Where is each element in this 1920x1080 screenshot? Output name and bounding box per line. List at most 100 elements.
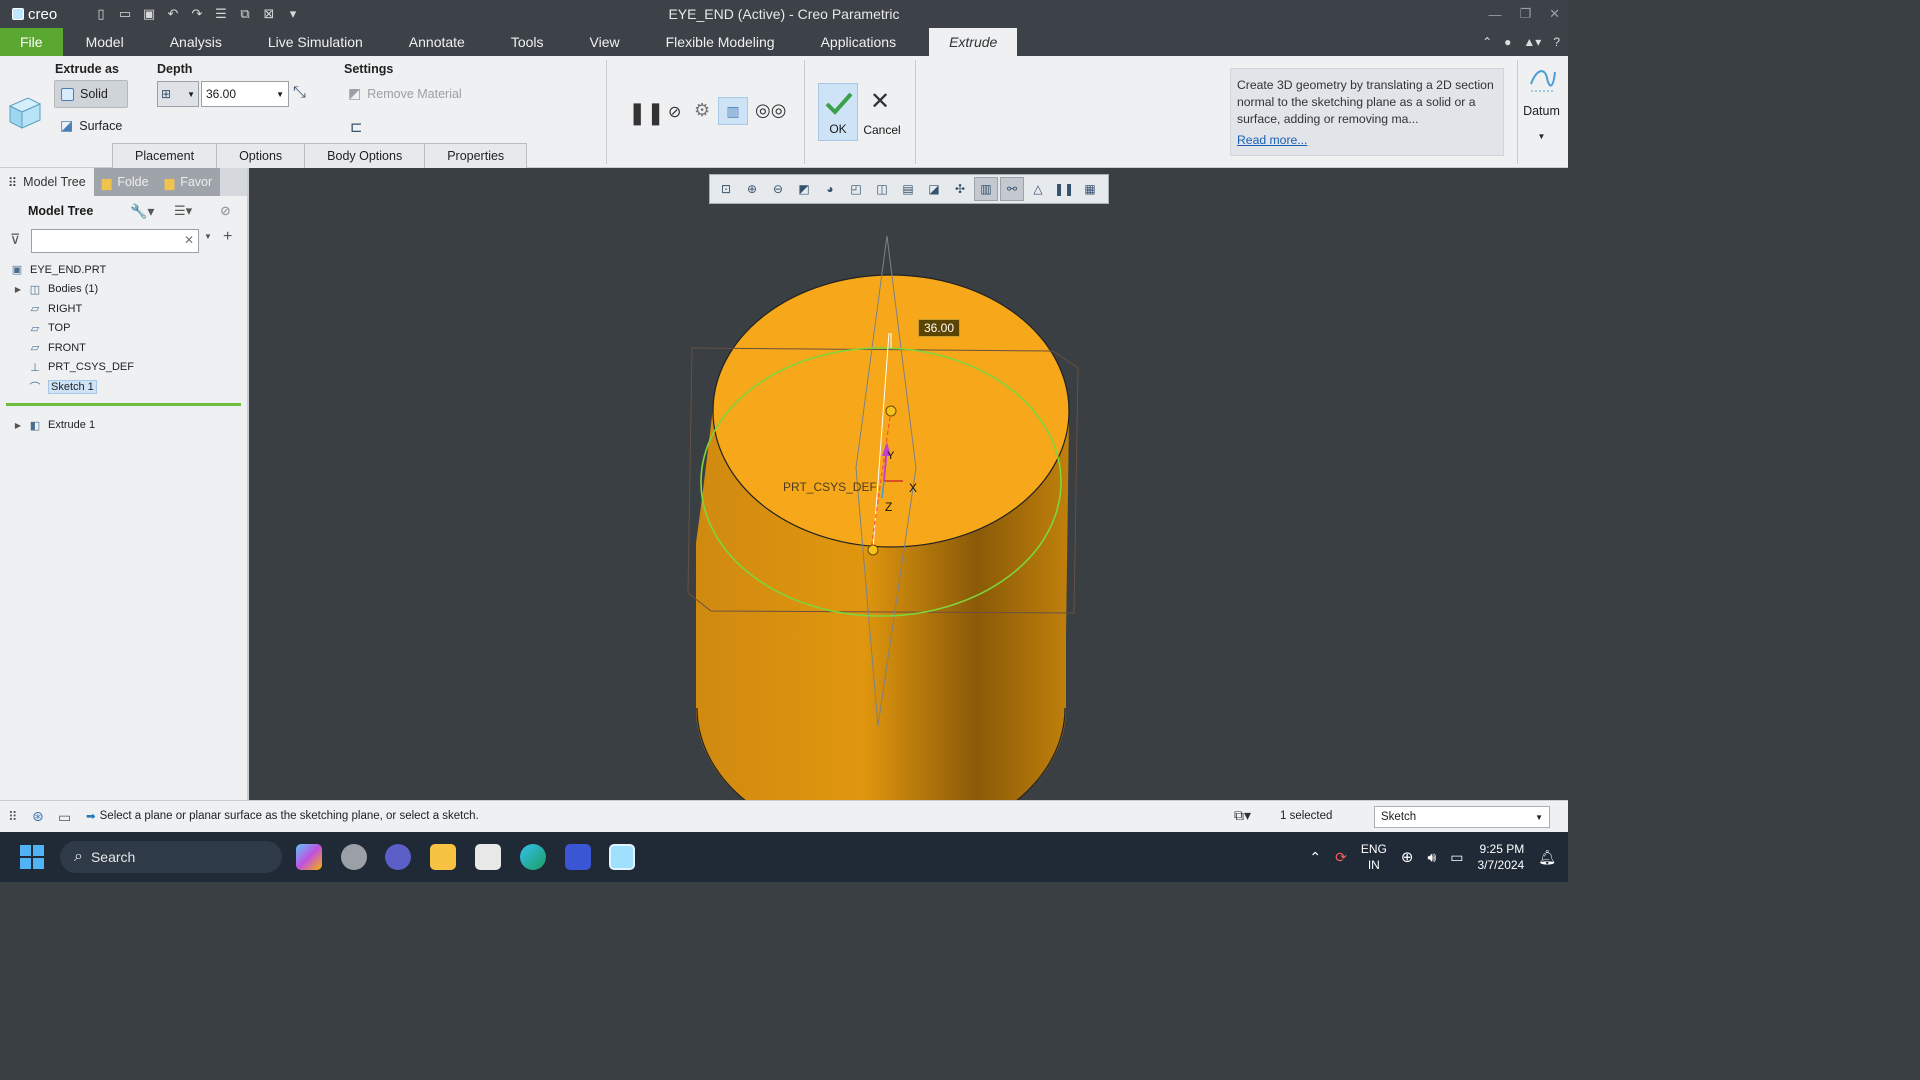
- insert-indicator[interactable]: [6, 402, 241, 406]
- repaint-icon[interactable]: ◩: [792, 177, 816, 201]
- clock[interactable]: 9:25 PM 3/7/2024: [1478, 841, 1525, 873]
- tree-item-sketch1[interactable]: ⌒ Sketch 1: [0, 377, 247, 397]
- refit-icon[interactable]: ⊡: [714, 177, 738, 201]
- tree-item-bodies[interactable]: ▶ ◫ Bodies (1): [0, 280, 247, 300]
- pause-icon[interactable]: ❚❚: [628, 100, 665, 126]
- clear-icon[interactable]: ▦: [1078, 177, 1102, 201]
- display-style-icon[interactable]: ◕: [818, 177, 842, 201]
- add-icon[interactable]: +: [223, 228, 232, 246]
- perspective-view-icon[interactable]: ▤: [896, 177, 920, 201]
- tab-placement[interactable]: Placement: [112, 143, 218, 168]
- language-indicator[interactable]: ENG IN: [1361, 841, 1387, 873]
- annotation-display-icon[interactable]: ▥: [974, 177, 998, 201]
- collapse-ribbon-icon[interactable]: ⌃: [1482, 35, 1492, 49]
- close-icon[interactable]: ✕: [1549, 6, 1560, 22]
- thicken-sketch-icon[interactable]: ⊏: [350, 118, 363, 136]
- tab-tools[interactable]: Tools: [488, 28, 567, 56]
- qat-customize-icon[interactable]: ▾: [284, 5, 302, 23]
- flip-direction-icon[interactable]: ⤡: [293, 84, 306, 102]
- clear-search-icon[interactable]: ✕: [184, 233, 194, 247]
- save-icon[interactable]: ▣: [140, 5, 158, 23]
- chevron-up-icon[interactable]: ⌃: [1309, 849, 1321, 866]
- tree-settings-icon[interactable]: 🔧▾: [130, 203, 154, 220]
- tree-item-top[interactable]: ▱ TOP: [0, 319, 247, 339]
- tree-search-input[interactable]: ✕: [31, 229, 199, 253]
- datum-display-filters-icon[interactable]: ✣: [948, 177, 972, 201]
- verify-glasses-icon[interactable]: ◎◎: [755, 100, 786, 121]
- teams-chat-icon[interactable]: [385, 844, 411, 870]
- tab-extrude[interactable]: Extrude: [929, 28, 1018, 56]
- expand-icon[interactable]: ▶: [12, 285, 24, 294]
- view-manager-icon[interactable]: ◫: [870, 177, 894, 201]
- file-explorer-icon[interactable]: [430, 844, 456, 870]
- appearance-icon[interactable]: △: [1026, 177, 1050, 201]
- attached-preview-icon[interactable]: ⚙: [694, 100, 710, 121]
- spin-center-icon[interactable]: ⚯: [1000, 177, 1024, 201]
- windows-icon[interactable]: ⧉: [236, 5, 254, 23]
- tab-options[interactable]: Options: [216, 143, 306, 168]
- zoom-in-icon[interactable]: ⊕: [740, 177, 764, 201]
- tab-analysis[interactable]: Analysis: [147, 28, 245, 56]
- tab-body-options[interactable]: Body Options: [304, 143, 426, 168]
- tab-folder-browser[interactable]: ▆ Folde: [93, 168, 157, 196]
- full-screen-icon[interactable]: ▭: [58, 809, 71, 826]
- notification-bell-icon[interactable]: 🔔︎: [1538, 849, 1556, 866]
- ok-button[interactable]: OK: [818, 83, 858, 141]
- help-icon[interactable]: ?: [1553, 35, 1560, 49]
- browser-icon[interactable]: ⊛: [32, 808, 44, 825]
- open-folder-icon[interactable]: ▭: [116, 5, 134, 23]
- zoom-out-icon[interactable]: ⊖: [766, 177, 790, 201]
- tab-model-tree[interactable]: ⠿ Model Tree: [0, 168, 94, 196]
- taskbar-search[interactable]: ⌕ Search: [60, 841, 282, 873]
- sketch-drag-handle[interactable]: [867, 544, 879, 556]
- selection-filter-dropdown[interactable]: Sketch ▼: [1374, 806, 1550, 828]
- edge-browser-icon[interactable]: [520, 844, 546, 870]
- tree-item-front[interactable]: ▱ FRONT: [0, 338, 247, 358]
- remove-material-button[interactable]: ◩ Remove Material: [348, 85, 462, 102]
- tree-item-eye-end[interactable]: ▣ EYE_END.PRT: [0, 260, 247, 280]
- tab-view[interactable]: View: [567, 28, 643, 56]
- tree-item-extrude1[interactable]: ▶ ◧ Extrude 1: [0, 416, 247, 436]
- redo-icon[interactable]: ↷: [188, 5, 206, 23]
- restore-icon[interactable]: ❐: [1519, 6, 1531, 22]
- weather-icon[interactable]: [341, 844, 367, 870]
- new-file-icon[interactable]: ▯: [92, 5, 110, 23]
- depth-drag-handle[interactable]: [885, 405, 897, 417]
- surface-button[interactable]: ◪ Surface: [60, 117, 122, 134]
- undo-icon[interactable]: ↶: [164, 5, 182, 23]
- depth-dimension-label[interactable]: 36.00: [918, 319, 961, 337]
- pause-animation-icon[interactable]: ❚❚: [1052, 177, 1076, 201]
- depth-type-dropdown[interactable]: ⊞ ▼: [157, 81, 199, 107]
- sync-icon[interactable]: ⟳: [1335, 849, 1347, 866]
- chevron-down-icon[interactable]: ▼: [204, 232, 212, 241]
- read-more-link[interactable]: Read more...: [1237, 132, 1497, 149]
- close-window-icon[interactable]: ⊠: [260, 5, 278, 23]
- graduation-cap-icon[interactable]: ▲▾: [1523, 35, 1541, 49]
- tab-live-simulation[interactable]: Live Simulation: [245, 28, 386, 56]
- tab-flexible-modeling[interactable]: Flexible Modeling: [643, 28, 798, 56]
- network-globe-icon[interactable]: ⊕: [1401, 848, 1414, 866]
- tab-applications[interactable]: Applications: [798, 28, 920, 56]
- toggle-navigator-icon[interactable]: ⠿: [8, 809, 18, 825]
- creo-taskbar-icon[interactable]: [609, 844, 635, 870]
- mathcad-icon[interactable]: [565, 844, 591, 870]
- tree-filter-off-icon[interactable]: ⊘: [220, 203, 231, 219]
- graphics-window[interactable]: 36.00 PRT_CSYS_DEF X Y Z: [251, 168, 1568, 800]
- datum-group[interactable]: Datum ▼: [1517, 60, 1565, 164]
- depth-value-input[interactable]: 36.00 ▼: [201, 81, 289, 107]
- minimize-icon[interactable]: —: [1488, 7, 1501, 22]
- no-preview-icon[interactable]: ⊘: [668, 102, 681, 122]
- tab-favorites[interactable]: ▆ Favor: [156, 168, 221, 196]
- filter-icon[interactable]: ⊽: [10, 231, 20, 248]
- volume-icon[interactable]: 🔊︎: [1427, 849, 1436, 866]
- binoculars-icon[interactable]: ⧉▾: [1234, 807, 1251, 824]
- tab-annotate[interactable]: Annotate: [386, 28, 488, 56]
- solid-button[interactable]: Solid: [54, 80, 128, 108]
- expand-icon[interactable]: ▶: [12, 421, 24, 430]
- tab-file[interactable]: File: [0, 28, 63, 56]
- saved-orientations-icon[interactable]: ◰: [844, 177, 868, 201]
- section-view-icon[interactable]: ◪: [922, 177, 946, 201]
- microsoft-store-icon[interactable]: [475, 844, 501, 870]
- copilot-icon[interactable]: [296, 844, 322, 870]
- detached-preview-icon[interactable]: ▥: [718, 97, 748, 125]
